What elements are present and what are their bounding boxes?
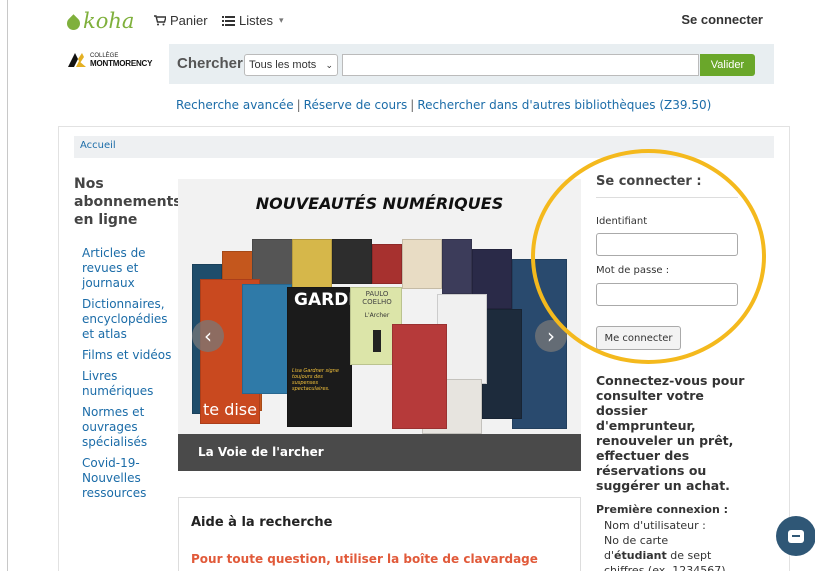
- lists-label: Listes: [239, 13, 273, 28]
- book-cover: [402, 239, 442, 289]
- window-edge: [0, 0, 8, 571]
- archer-icon: [373, 330, 381, 352]
- first-login-prefix: d': [604, 549, 615, 562]
- book-text-quote: Lisa Gardner signe toujours des suspense…: [292, 368, 339, 392]
- book-cover: [482, 309, 522, 419]
- carousel-prev-button[interactable]: ‹: [192, 320, 224, 352]
- sidebar-links: Articles de revues et journaux Dictionna…: [82, 246, 177, 507]
- login-link[interactable]: Se connecter: [681, 12, 763, 27]
- sidebar-item-articles[interactable]: Articles de revues et journaux: [82, 246, 177, 291]
- first-login-line: chiffres (ex. 1234567): [604, 564, 726, 571]
- first-login-title: Première connexion :: [596, 503, 729, 516]
- sidebar-item-standards[interactable]: Normes et ouvrages spécialisés: [82, 405, 177, 450]
- carousel-title: NOUVEAUTÉS NUMÉRIQUES: [255, 194, 504, 213]
- book-cover: GARDN Lisa Gardner signe toujours des su…: [287, 287, 352, 427]
- book-cover: [292, 239, 332, 289]
- college-logo-icon: [68, 53, 86, 67]
- first-login-bold: étudiant: [614, 549, 667, 562]
- sidebar-item-ebooks[interactable]: Livres numériques: [82, 369, 177, 399]
- library-logo[interactable]: COLLÈGE MONTMORENCY: [68, 53, 153, 68]
- search-input[interactable]: [342, 54, 699, 76]
- sidebar-item-dictionaries[interactable]: Dictionnaires, encyclopédies et atlas: [82, 297, 177, 342]
- carousel-caption-bar: La Voie de l'archer: [178, 434, 581, 471]
- course-reserves-link[interactable]: Réserve de cours: [304, 98, 408, 112]
- college-name: COLLÈGE MONTMORENCY: [90, 53, 153, 68]
- cart-label: Panier: [170, 13, 208, 28]
- chat-icon: [788, 529, 804, 543]
- book-text-gardner: GARDN: [294, 290, 351, 310]
- search-bar: Chercher Tous les mots ⌄ Valider: [169, 44, 774, 84]
- book-text-coelho: PAULO COELHO: [362, 290, 392, 306]
- search-submit-button[interactable]: Valider: [700, 54, 755, 76]
- cart-button[interactable]: Panier: [154, 13, 208, 28]
- search-scope-value: Tous les mots: [249, 59, 317, 71]
- koha-logo-text: koha: [83, 9, 135, 33]
- search-scope-select[interactable]: Tous les mots ⌄: [244, 54, 338, 76]
- z3950-search-link[interactable]: Rechercher dans d'autres bibliothèques (…: [417, 98, 711, 112]
- lists-dropdown[interactable]: Listes ▾: [222, 13, 284, 28]
- cart-icon: [154, 15, 166, 26]
- first-login-line: Nom d'utilisateur :: [604, 519, 706, 532]
- first-login-suffix: de sept: [666, 549, 712, 562]
- book-cover: [392, 324, 447, 429]
- koha-logo[interactable]: koha: [64, 9, 135, 33]
- sidebar-item-covid[interactable]: Covid-19- Nouvelles ressources: [82, 456, 177, 501]
- koha-drop-icon: [64, 13, 83, 33]
- first-login-line: No de carte: [604, 534, 669, 547]
- list-icon: [222, 15, 235, 26]
- book-covers-image[interactable]: te dise GARDN Lisa Gardner signe toujour…: [192, 239, 567, 434]
- caret-down-icon: ▾: [278, 15, 284, 25]
- chevron-down-icon: ⌄: [325, 59, 333, 70]
- book-cover: [242, 284, 292, 394]
- advanced-search-link[interactable]: Recherche avancée: [176, 98, 294, 112]
- chat-button[interactable]: [776, 516, 815, 556]
- separator: |: [410, 98, 415, 112]
- help-box: Aide à la recherche Pour toute question,…: [178, 497, 581, 571]
- breadcrumb-home-link[interactable]: Accueil: [80, 140, 116, 151]
- sidebar-title: Nos abonnements en ligne: [74, 176, 182, 228]
- book-text-archer: L'Archer: [364, 312, 390, 319]
- chevron-left-icon: ‹: [204, 324, 212, 348]
- book-cover: [442, 239, 472, 294]
- college-big-text: MONTMORENCY: [90, 59, 153, 68]
- news-carousel[interactable]: NOUVEAUTÉS NUMÉRIQUES te dise GARDN Lisa…: [178, 179, 581, 471]
- book-text-dise: te dise: [203, 400, 257, 419]
- first-login-text: Nom d'utilisateur : No de carte d'étudia…: [604, 518, 744, 571]
- first-login-line: d'étudiant de sept: [604, 548, 744, 563]
- login-info-text: Connectez-vous pour consulter votre doss…: [596, 373, 745, 493]
- more-searches: Recherche avancée | Réserve de cours | Reche…: [176, 98, 711, 112]
- search-label: Chercher: [177, 55, 243, 72]
- book-cover: [332, 239, 372, 284]
- chevron-right-icon: ›: [547, 324, 555, 348]
- help-title: Aide à la recherche: [191, 515, 333, 530]
- help-text: Pour toute question, utiliser la boîte d…: [191, 552, 538, 566]
- highlight-circle: [531, 149, 766, 364]
- carousel-caption[interactable]: La Voie de l'archer: [198, 445, 324, 459]
- separator: |: [296, 98, 301, 112]
- book-cover: [372, 244, 402, 284]
- sidebar-item-films[interactable]: Films et vidéos: [82, 348, 177, 363]
